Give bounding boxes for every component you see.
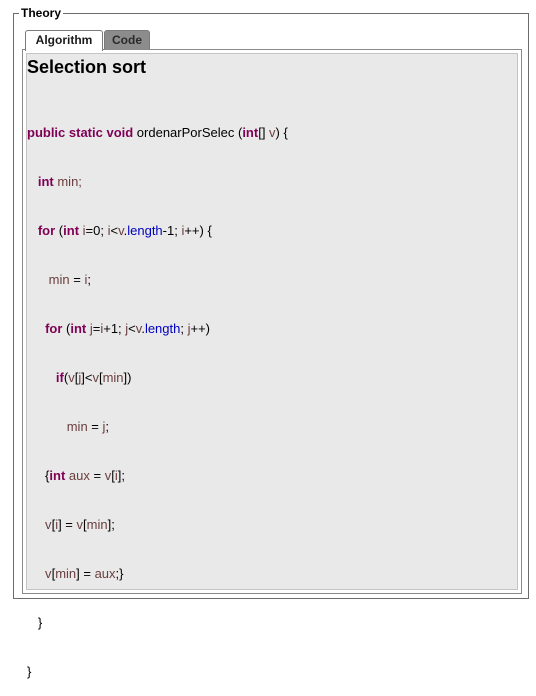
theory-legend: Theory bbox=[19, 6, 64, 20]
code-text: ]; bbox=[117, 468, 125, 483]
code-variable: v bbox=[27, 566, 52, 581]
code-variable: min bbox=[102, 370, 124, 385]
code-line: } bbox=[27, 613, 288, 632]
code-text: =0; bbox=[85, 223, 108, 238]
code-text: ; bbox=[180, 321, 188, 336]
code-text: ] = bbox=[76, 566, 95, 581]
code-field: length bbox=[127, 223, 163, 238]
code-keyword: int bbox=[63, 223, 80, 238]
code-text: -1; bbox=[162, 223, 182, 238]
code-line: } bbox=[27, 662, 288, 681]
code-text: ( bbox=[55, 223, 64, 238]
code-text: ; bbox=[105, 419, 110, 434]
code-text: < bbox=[128, 321, 136, 336]
code-keyword: public static void bbox=[27, 125, 134, 140]
code-text: ] = bbox=[58, 517, 77, 532]
code-text: { bbox=[27, 468, 50, 483]
code-keyword: int bbox=[242, 125, 259, 140]
code-variable: aux bbox=[94, 566, 116, 581]
code-line: for (int i=0; i<v.length-1; i++) { bbox=[27, 221, 288, 240]
code-text: +1; bbox=[103, 321, 126, 336]
code-text: ]< bbox=[81, 370, 93, 385]
code-text: < bbox=[110, 223, 119, 238]
code-text: = bbox=[69, 272, 85, 287]
code-line: v[i] = v[min]; bbox=[27, 515, 288, 534]
code-text: ++) { bbox=[184, 223, 212, 238]
tab-algorithm[interactable]: Algorithm bbox=[25, 30, 103, 51]
code-variable: min bbox=[27, 419, 88, 434]
code-text: ;} bbox=[115, 566, 124, 581]
algorithm-title: Selection sort bbox=[27, 57, 147, 77]
code-field: length bbox=[144, 321, 181, 336]
code-text: = bbox=[87, 419, 103, 434]
code-keyword: for bbox=[37, 223, 56, 238]
code-text: ; bbox=[87, 272, 91, 287]
code-line: for (int j=i+1; j<v.length; j++) bbox=[27, 319, 288, 338]
code-text: } bbox=[27, 664, 32, 679]
code-keyword: int bbox=[70, 321, 87, 336]
code-line: public static void ordenarPorSelec (int[… bbox=[27, 123, 288, 142]
code-keyword: for bbox=[45, 321, 63, 336]
code-line: if(v[j]<v[min]) bbox=[27, 368, 288, 387]
code-text: ) { bbox=[275, 125, 288, 140]
code-line: {int aux = v[i]; bbox=[27, 466, 288, 485]
code-line: min = j; bbox=[27, 417, 288, 436]
code-variable: aux bbox=[65, 468, 90, 483]
code-keyword: int bbox=[37, 174, 54, 189]
code-text: [] bbox=[258, 125, 270, 140]
code-variable: min bbox=[55, 566, 77, 581]
code-variable: min bbox=[86, 517, 108, 532]
code-line: v[min] = aux;} bbox=[27, 564, 288, 583]
code-text: ordenarPorSelec ( bbox=[133, 125, 243, 140]
code-line: min = i; bbox=[27, 270, 288, 289]
code-variable: min; bbox=[53, 174, 82, 189]
code-text: ++) bbox=[190, 321, 210, 336]
tab-code[interactable]: Code bbox=[104, 30, 150, 50]
code-text: = bbox=[89, 468, 105, 483]
code-text: } bbox=[27, 615, 43, 630]
code-keyword: if bbox=[55, 370, 64, 385]
code-keyword: int bbox=[49, 468, 66, 483]
code-line: int min; bbox=[27, 172, 288, 191]
code-text: ]; bbox=[107, 517, 115, 532]
code-variable: v bbox=[27, 517, 52, 532]
code-block: public static void ordenarPorSelec (int[… bbox=[27, 93, 288, 696]
code-text: ]) bbox=[123, 370, 132, 385]
code-variable: min bbox=[27, 272, 70, 287]
